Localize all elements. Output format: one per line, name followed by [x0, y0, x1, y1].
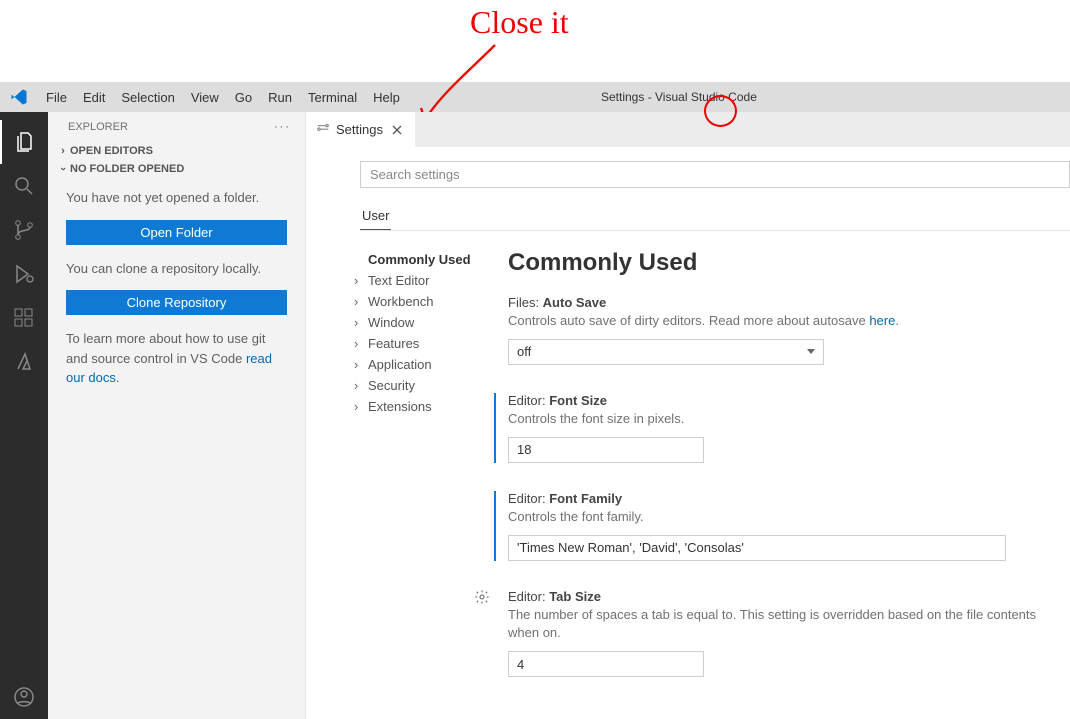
setting-autosave-desc: Controls auto save of dirty editors. Rea…	[508, 312, 1070, 331]
settings-tab-icon	[316, 121, 330, 138]
activity-accounts[interactable]	[0, 675, 48, 719]
toc-workbench[interactable]: ›Workbench	[368, 291, 496, 312]
scope-tab-user[interactable]: User	[360, 202, 391, 230]
settings-search-input[interactable]	[360, 161, 1070, 188]
activity-extensions[interactable]	[0, 296, 48, 340]
editor-tabs: Settings	[306, 112, 1070, 147]
chevron-right-icon: ›	[354, 378, 368, 393]
setting-editor-fontfamily: Editor: Font Family Controls the font fa…	[494, 491, 1070, 561]
fontsize-input[interactable]	[508, 437, 704, 463]
activity-run-debug[interactable]	[0, 252, 48, 296]
activity-source-control[interactable]	[0, 208, 48, 252]
fontfamily-input[interactable]	[508, 535, 1006, 561]
chevron-down-icon: ›	[57, 162, 69, 176]
editor-area: Settings User Commonly Used ›Text Editor…	[306, 112, 1070, 719]
autosave-docs-link[interactable]: here	[869, 313, 895, 328]
setting-files-autosave: Files: Auto Save Controls auto save of d…	[508, 295, 1070, 365]
toc-text-editor[interactable]: ›Text Editor	[368, 270, 496, 291]
window-title: Settings - Visual Studio Code	[288, 90, 1070, 104]
chevron-right-icon: ›	[354, 336, 368, 351]
settings-toc: Commonly Used ›Text Editor ›Workbench ›W…	[306, 249, 496, 705]
menu-edit[interactable]: Edit	[75, 82, 113, 112]
branch-icon	[12, 218, 36, 242]
toc-window[interactable]: ›Window	[368, 312, 496, 333]
settings-list: Commonly Used Files: Auto Save Controls …	[496, 249, 1070, 705]
clone-msg: You can clone a repository locally.	[66, 259, 287, 279]
section-open-editors-label: OPEN EDITORS	[70, 145, 153, 157]
menu-selection[interactable]: Selection	[113, 82, 182, 112]
chevron-right-icon: ›	[354, 294, 368, 309]
vscode-logo-icon	[10, 88, 28, 106]
section-no-folder[interactable]: › NO FOLDER OPENED	[48, 160, 305, 178]
setting-editor-fontsize: Editor: Font Size Controls the font size…	[494, 393, 1070, 463]
chevron-right-icon: ›	[354, 273, 368, 288]
annotation-overlay: Close it	[0, 0, 1070, 82]
explorer-sidebar: EXPLORER ··· › OPEN EDITORS › NO FOLDER …	[48, 112, 306, 719]
annotation-text: Close it	[470, 4, 569, 41]
tab-settings[interactable]: Settings	[306, 112, 415, 147]
setting-fontsize-desc: Controls the font size in pixels.	[508, 410, 1070, 429]
autosave-select[interactable]: off	[508, 339, 824, 365]
open-folder-button[interactable]: Open Folder	[66, 220, 287, 245]
section-open-editors[interactable]: › OPEN EDITORS	[48, 142, 305, 160]
toc-features[interactable]: ›Features	[368, 333, 496, 354]
tab-close-button[interactable]	[389, 122, 405, 138]
activity-explorer[interactable]	[0, 120, 48, 164]
activitybar	[0, 112, 48, 719]
files-icon	[13, 130, 37, 154]
docs-msg: To learn more about how to use git and s…	[66, 329, 287, 388]
tab-settings-label: Settings	[336, 122, 383, 137]
menu-go[interactable]: Go	[227, 82, 260, 112]
menu-file[interactable]: File	[38, 82, 75, 112]
toc-extensions[interactable]: ›Extensions	[368, 396, 496, 417]
chevron-right-icon: ›	[354, 315, 368, 330]
chevron-right-icon: ›	[354, 357, 368, 372]
search-icon	[12, 174, 36, 198]
setting-tabsize-desc: The number of spaces a tab is equal to. …	[508, 606, 1070, 644]
menubar: File Edit Selection View Go Run Terminal…	[0, 82, 1070, 112]
clone-repo-button[interactable]: Clone Repository	[66, 290, 287, 315]
activity-search[interactable]	[0, 164, 48, 208]
section-no-folder-label: NO FOLDER OPENED	[70, 163, 184, 175]
toc-application[interactable]: ›Application	[368, 354, 496, 375]
setting-fontfamily-desc: Controls the font family.	[508, 508, 1070, 527]
no-folder-msg: You have not yet opened a folder.	[66, 188, 287, 208]
sidebar-more-icon[interactable]: ···	[274, 121, 291, 133]
gear-icon[interactable]	[474, 589, 490, 608]
toc-commonly-used[interactable]: Commonly Used	[368, 249, 496, 270]
settings-heading: Commonly Used	[508, 249, 1070, 277]
chevron-right-icon: ›	[56, 145, 70, 157]
setting-editor-tabsize: Editor: Tab Size The number of spaces a …	[508, 589, 1070, 678]
activity-azure[interactable]	[0, 340, 48, 384]
tabsize-input[interactable]	[508, 651, 704, 677]
menu-view[interactable]: View	[183, 82, 227, 112]
azure-icon	[12, 350, 36, 374]
chevron-right-icon: ›	[354, 399, 368, 414]
account-icon	[12, 685, 36, 709]
sidebar-title: EXPLORER	[68, 121, 128, 133]
close-icon	[391, 124, 403, 136]
toc-security[interactable]: ›Security	[368, 375, 496, 396]
extensions-icon	[12, 306, 36, 330]
play-bug-icon	[12, 262, 36, 286]
